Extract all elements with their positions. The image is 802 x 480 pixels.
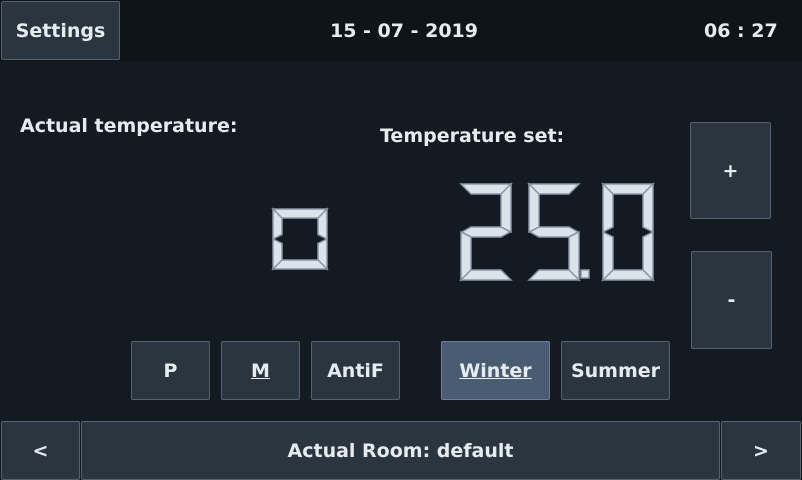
time-display: 06 : 27: [704, 20, 778, 42]
temperature-set-label: Temperature set:: [380, 125, 565, 147]
actual-temperature-display: [271, 207, 329, 271]
settings-button[interactable]: Settings: [1, 1, 120, 60]
digit-segment: [527, 269, 581, 281]
next-room-button[interactable]: >: [721, 421, 801, 480]
actual-room-label[interactable]: Actual Room: default: [81, 421, 720, 480]
mode-button-antif[interactable]: AntiF: [311, 341, 400, 400]
decimal-point: [580, 269, 590, 279]
decrease-temperature-button[interactable]: -: [691, 251, 772, 349]
winter-button[interactable]: Winter: [441, 341, 550, 400]
previous-room-button[interactable]: <: [1, 421, 80, 480]
mode-button-p[interactable]: P: [131, 341, 210, 400]
digit-segment: [459, 269, 513, 281]
temperature-set-display: [459, 182, 655, 282]
increase-temperature-button[interactable]: +: [690, 122, 771, 219]
mode-button-m[interactable]: M: [221, 341, 300, 400]
summer-button[interactable]: Summer: [561, 341, 670, 400]
actual-temperature-label: Actual temperature:: [20, 115, 238, 137]
date-display: 15 - 07 - 2019: [330, 20, 478, 42]
